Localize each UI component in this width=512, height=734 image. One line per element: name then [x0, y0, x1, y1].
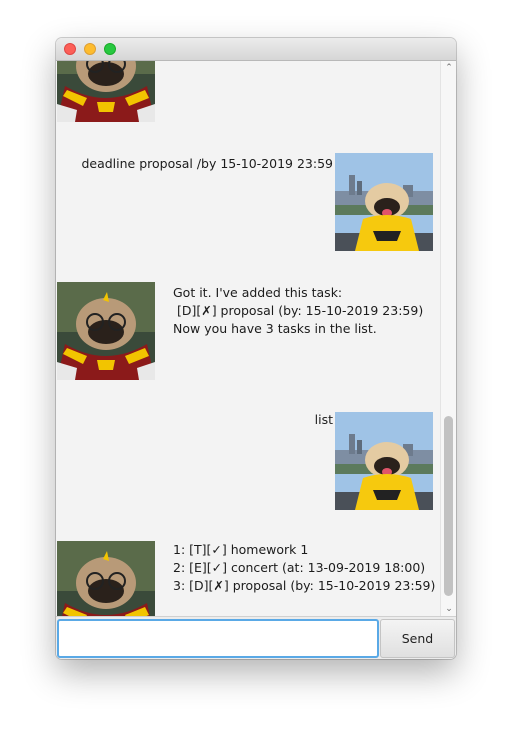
user-message-text: list: [314, 412, 333, 427]
minimize-window-button[interactable]: [84, 43, 96, 55]
scrollbar-thumb[interactable]: [444, 416, 453, 596]
bot-avatar: [57, 282, 155, 380]
bot-message-text: Got it. I've added this task: [D][✗] pro…: [173, 285, 424, 336]
app-window: deadline proposal /by 15-10-2019 23:59 G…: [56, 38, 456, 659]
bot-avatar: [57, 541, 155, 616]
input-bar: Send: [56, 616, 456, 659]
scroll-down-icon[interactable]: ⌄: [445, 605, 453, 614]
bot-message-text: 1: [T][✓] homework 1 2: [E][✓] concert (…: [173, 542, 436, 593]
title-bar: [56, 38, 456, 61]
zoom-window-button[interactable]: [104, 43, 116, 55]
user-avatar: [335, 153, 433, 251]
send-button[interactable]: Send: [380, 619, 455, 658]
user-avatar: [335, 412, 433, 510]
message-input[interactable]: [57, 619, 379, 658]
bot-avatar: [57, 61, 155, 122]
user-message-text: deadline proposal /by 15-10-2019 23:59: [81, 156, 333, 171]
dialog-scroll-area[interactable]: deadline proposal /by 15-10-2019 23:59 G…: [56, 61, 440, 616]
close-window-button[interactable]: [64, 43, 76, 55]
vertical-scrollbar[interactable]: ⌃ ⌄: [440, 61, 456, 616]
scroll-up-icon[interactable]: ⌃: [445, 64, 453, 73]
